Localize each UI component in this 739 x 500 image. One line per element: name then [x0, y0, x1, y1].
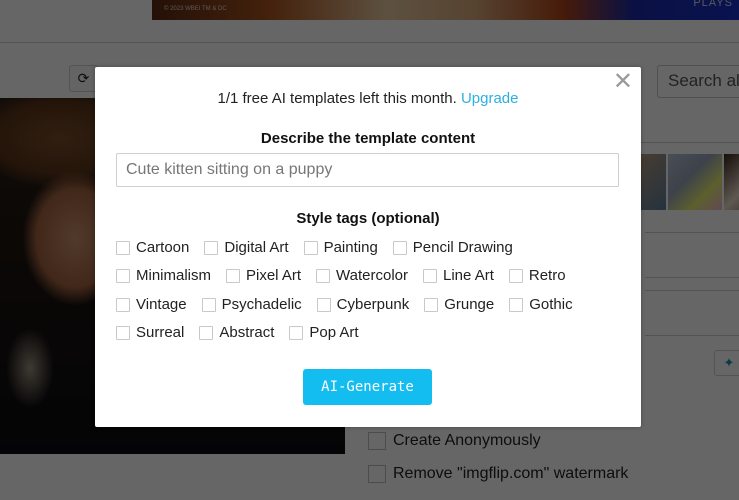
checkbox[interactable] — [423, 268, 437, 283]
tag-minimalism[interactable]: Minimalism — [116, 267, 211, 284]
tag-label: Painting — [323, 239, 378, 256]
checkbox[interactable] — [508, 268, 523, 283]
checkbox[interactable] — [201, 297, 216, 312]
tag-pixel-art[interactable]: Pixel Art — [226, 267, 301, 284]
tag-surreal[interactable]: Surreal — [116, 324, 184, 341]
style-tags-heading: Style tags (optional) — [296, 210, 440, 227]
tag-painting[interactable]: Painting — [303, 239, 378, 256]
tag-label: Abstract — [219, 324, 275, 341]
checkbox[interactable] — [289, 325, 304, 340]
checkbox[interactable] — [424, 297, 439, 312]
checkbox[interactable] — [226, 268, 240, 283]
tag-cartoon[interactable]: Cartoon — [116, 239, 189, 256]
checkbox[interactable] — [116, 297, 130, 312]
tag-pop-art[interactable]: Pop Art — [289, 324, 359, 341]
tag-label: Vintage — [136, 296, 187, 313]
tag-abstract[interactable]: Abstract — [199, 324, 274, 341]
checkbox[interactable] — [199, 325, 214, 340]
tag-watercolor[interactable]: Watercolor — [316, 267, 408, 284]
tag-row: Vintage Psychadelic Cyberpunk Grunge Got… — [116, 296, 588, 313]
tag-label: Grunge — [444, 296, 495, 313]
tag-vintage[interactable]: Vintage — [116, 296, 187, 313]
tag-label: Pop Art — [309, 324, 359, 341]
tag-psychadelic[interactable]: Psychadelic — [201, 296, 302, 313]
checkbox[interactable] — [204, 240, 219, 255]
checkbox[interactable] — [116, 240, 130, 255]
ai-generate-button[interactable]: AI-Generate — [303, 369, 432, 405]
tag-label: Digital Art — [224, 239, 289, 256]
tag-label: Psychadelic — [221, 296, 302, 313]
checkbox[interactable] — [303, 240, 318, 255]
tag-line-art[interactable]: Line Art — [423, 267, 494, 284]
quota-text: 1/1 free AI templates left this month. — [217, 90, 457, 107]
checkbox[interactable] — [392, 240, 407, 255]
tag-gothic[interactable]: Gothic — [509, 296, 573, 313]
tag-label: Pencil Drawing — [412, 239, 513, 256]
tag-label: Watercolor — [336, 267, 408, 284]
quota-message: 1/1 free AI templates left this month. U… — [95, 90, 641, 107]
tag-label: Minimalism — [136, 267, 211, 284]
describe-heading: Describe the template content — [260, 130, 476, 147]
checkbox[interactable] — [116, 325, 130, 340]
tag-grunge[interactable]: Grunge — [424, 296, 494, 313]
tag-digital-art[interactable]: Digital Art — [204, 239, 289, 256]
tag-retro[interactable]: Retro — [508, 267, 566, 284]
template-description-input[interactable] — [116, 153, 619, 187]
tag-row: Cartoon Digital Art Painting Pencil Draw… — [116, 239, 528, 256]
tag-pencil-drawing[interactable]: Pencil Drawing — [392, 239, 513, 256]
checkbox[interactable] — [316, 297, 331, 312]
checkbox[interactable] — [509, 297, 524, 312]
checkbox[interactable] — [316, 268, 331, 283]
tag-label: Retro — [528, 267, 566, 284]
upgrade-link[interactable]: Upgrade — [461, 90, 519, 107]
tag-label: Pixel Art — [246, 267, 302, 284]
ai-template-modal: ✕ 1/1 free AI templates left this month.… — [95, 67, 641, 427]
tag-label: Cyberpunk — [336, 296, 410, 313]
tag-row: Minimalism Pixel Art Watercolor Line Art… — [116, 267, 581, 284]
tag-label: Cartoon — [136, 239, 190, 256]
tag-label: Line Art — [443, 267, 494, 284]
tag-cyberpunk[interactable]: Cyberpunk — [316, 296, 410, 313]
tag-row: Surreal Abstract Pop Art — [116, 324, 374, 341]
tag-label: Surreal — [136, 324, 185, 341]
checkbox[interactable] — [116, 268, 130, 283]
tag-label: Gothic — [529, 296, 573, 313]
